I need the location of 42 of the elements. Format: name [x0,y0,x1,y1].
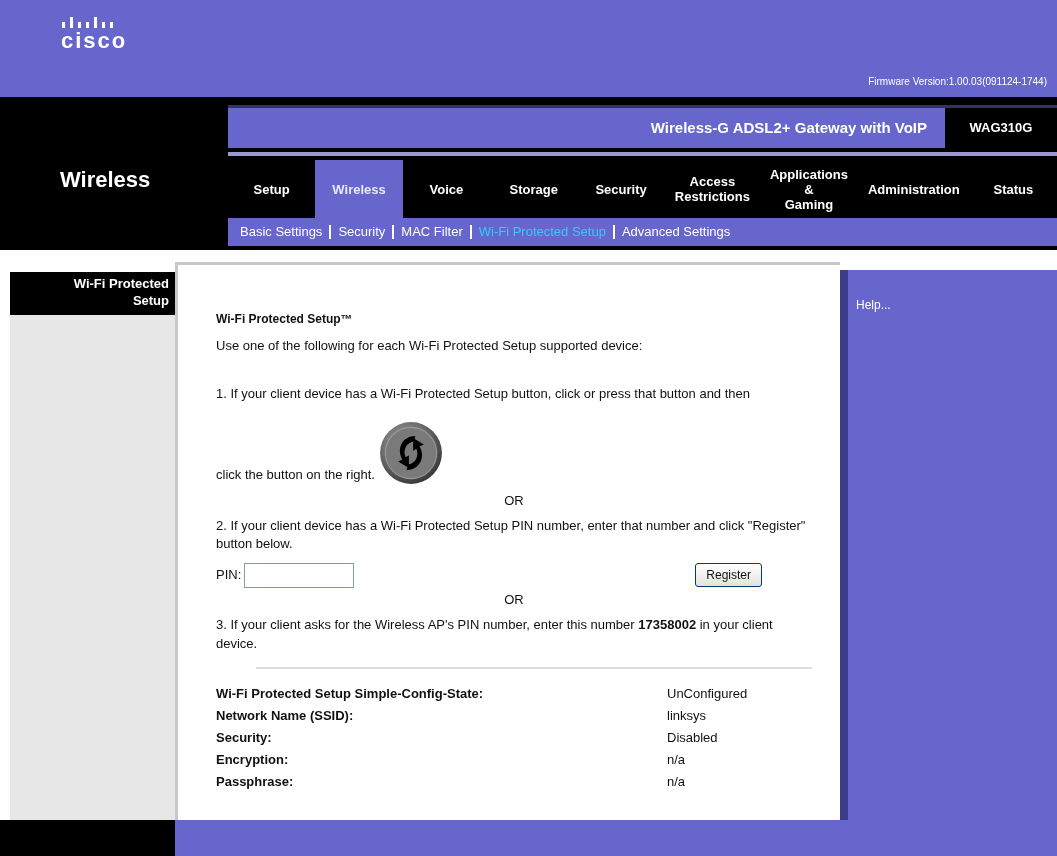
status-label: Encryption: [216,751,290,770]
status-value: linksys [667,707,706,726]
subnav-link[interactable]: Security [338,222,386,242]
nav-tab[interactable]: Applications & Gaming [759,160,858,218]
status-label: Passphrase: [216,773,295,792]
step-text: click the button on the right. [216,465,375,484]
status-label: Wi-Fi Protected Setup Simple-Config-State: [216,685,485,704]
product-name: Wireless-G ADSL2+ Gateway with VoIP [650,117,927,138]
model-number: WAG310G [969,119,1033,138]
sidebar-heading: Wi-Fi Protected Setup [72,275,169,309]
firmware-version: Firmware Version:1.00.03(091124-1744) [868,75,1047,89]
nav-tab[interactable]: Access Restrictions [664,160,760,218]
status-value: UnConfigured [667,685,748,704]
step-text: 3. If your client asks for the Wireless AP's PIN number, enter this number 17358002 in your client device. [216,616,774,653]
nav-tab[interactable]: Setup [243,160,300,218]
pin-label: PIN: [216,566,242,585]
nav-tab[interactable]: Storage [499,160,568,218]
nav-tab[interactable]: Status [983,160,1044,218]
step-text: 1. If your client device has a Wi-Fi Protected Setup button, click or press that button and then [216,384,751,403]
register-button[interactable]: Register [695,563,762,587]
or-separator: OR [503,590,525,609]
status-label: Security: [216,729,273,748]
help-link[interactable]: Help... [856,298,891,312]
nav-tab[interactable]: Wireless [315,160,403,218]
wps-button[interactable] [379,421,443,485]
pin-input-field[interactable] [244,562,355,588]
section-title: Wireless [60,167,151,192]
subnav-link[interactable]: Advanced Settings [621,222,731,242]
status-value: Disabled [667,729,718,748]
status-value: n/a [667,751,686,770]
status-label: Network Name (SSID): [216,707,355,726]
subnav-link[interactable]: Basic Settings [240,222,323,242]
nav-tab[interactable]: Security [585,160,657,218]
status-value: n/a [667,773,686,792]
nav-tab[interactable]: Voice [419,160,474,218]
section-heading: Wi-Fi Protected Setup™ [216,311,354,328]
intro-text: Use one of the following for each Wi-Fi Protected Setup supported device: [216,337,644,355]
nav-tab[interactable]: Administration [857,160,970,218]
logo-text: cisco [61,30,128,52]
subnav-link[interactable]: MAC Filter [401,222,463,242]
or-separator: OR [503,492,525,510]
step-text: 2. If your client device has a Wi-Fi Protected Setup PIN number, enter that number and click "Register" button below. [216,516,807,553]
